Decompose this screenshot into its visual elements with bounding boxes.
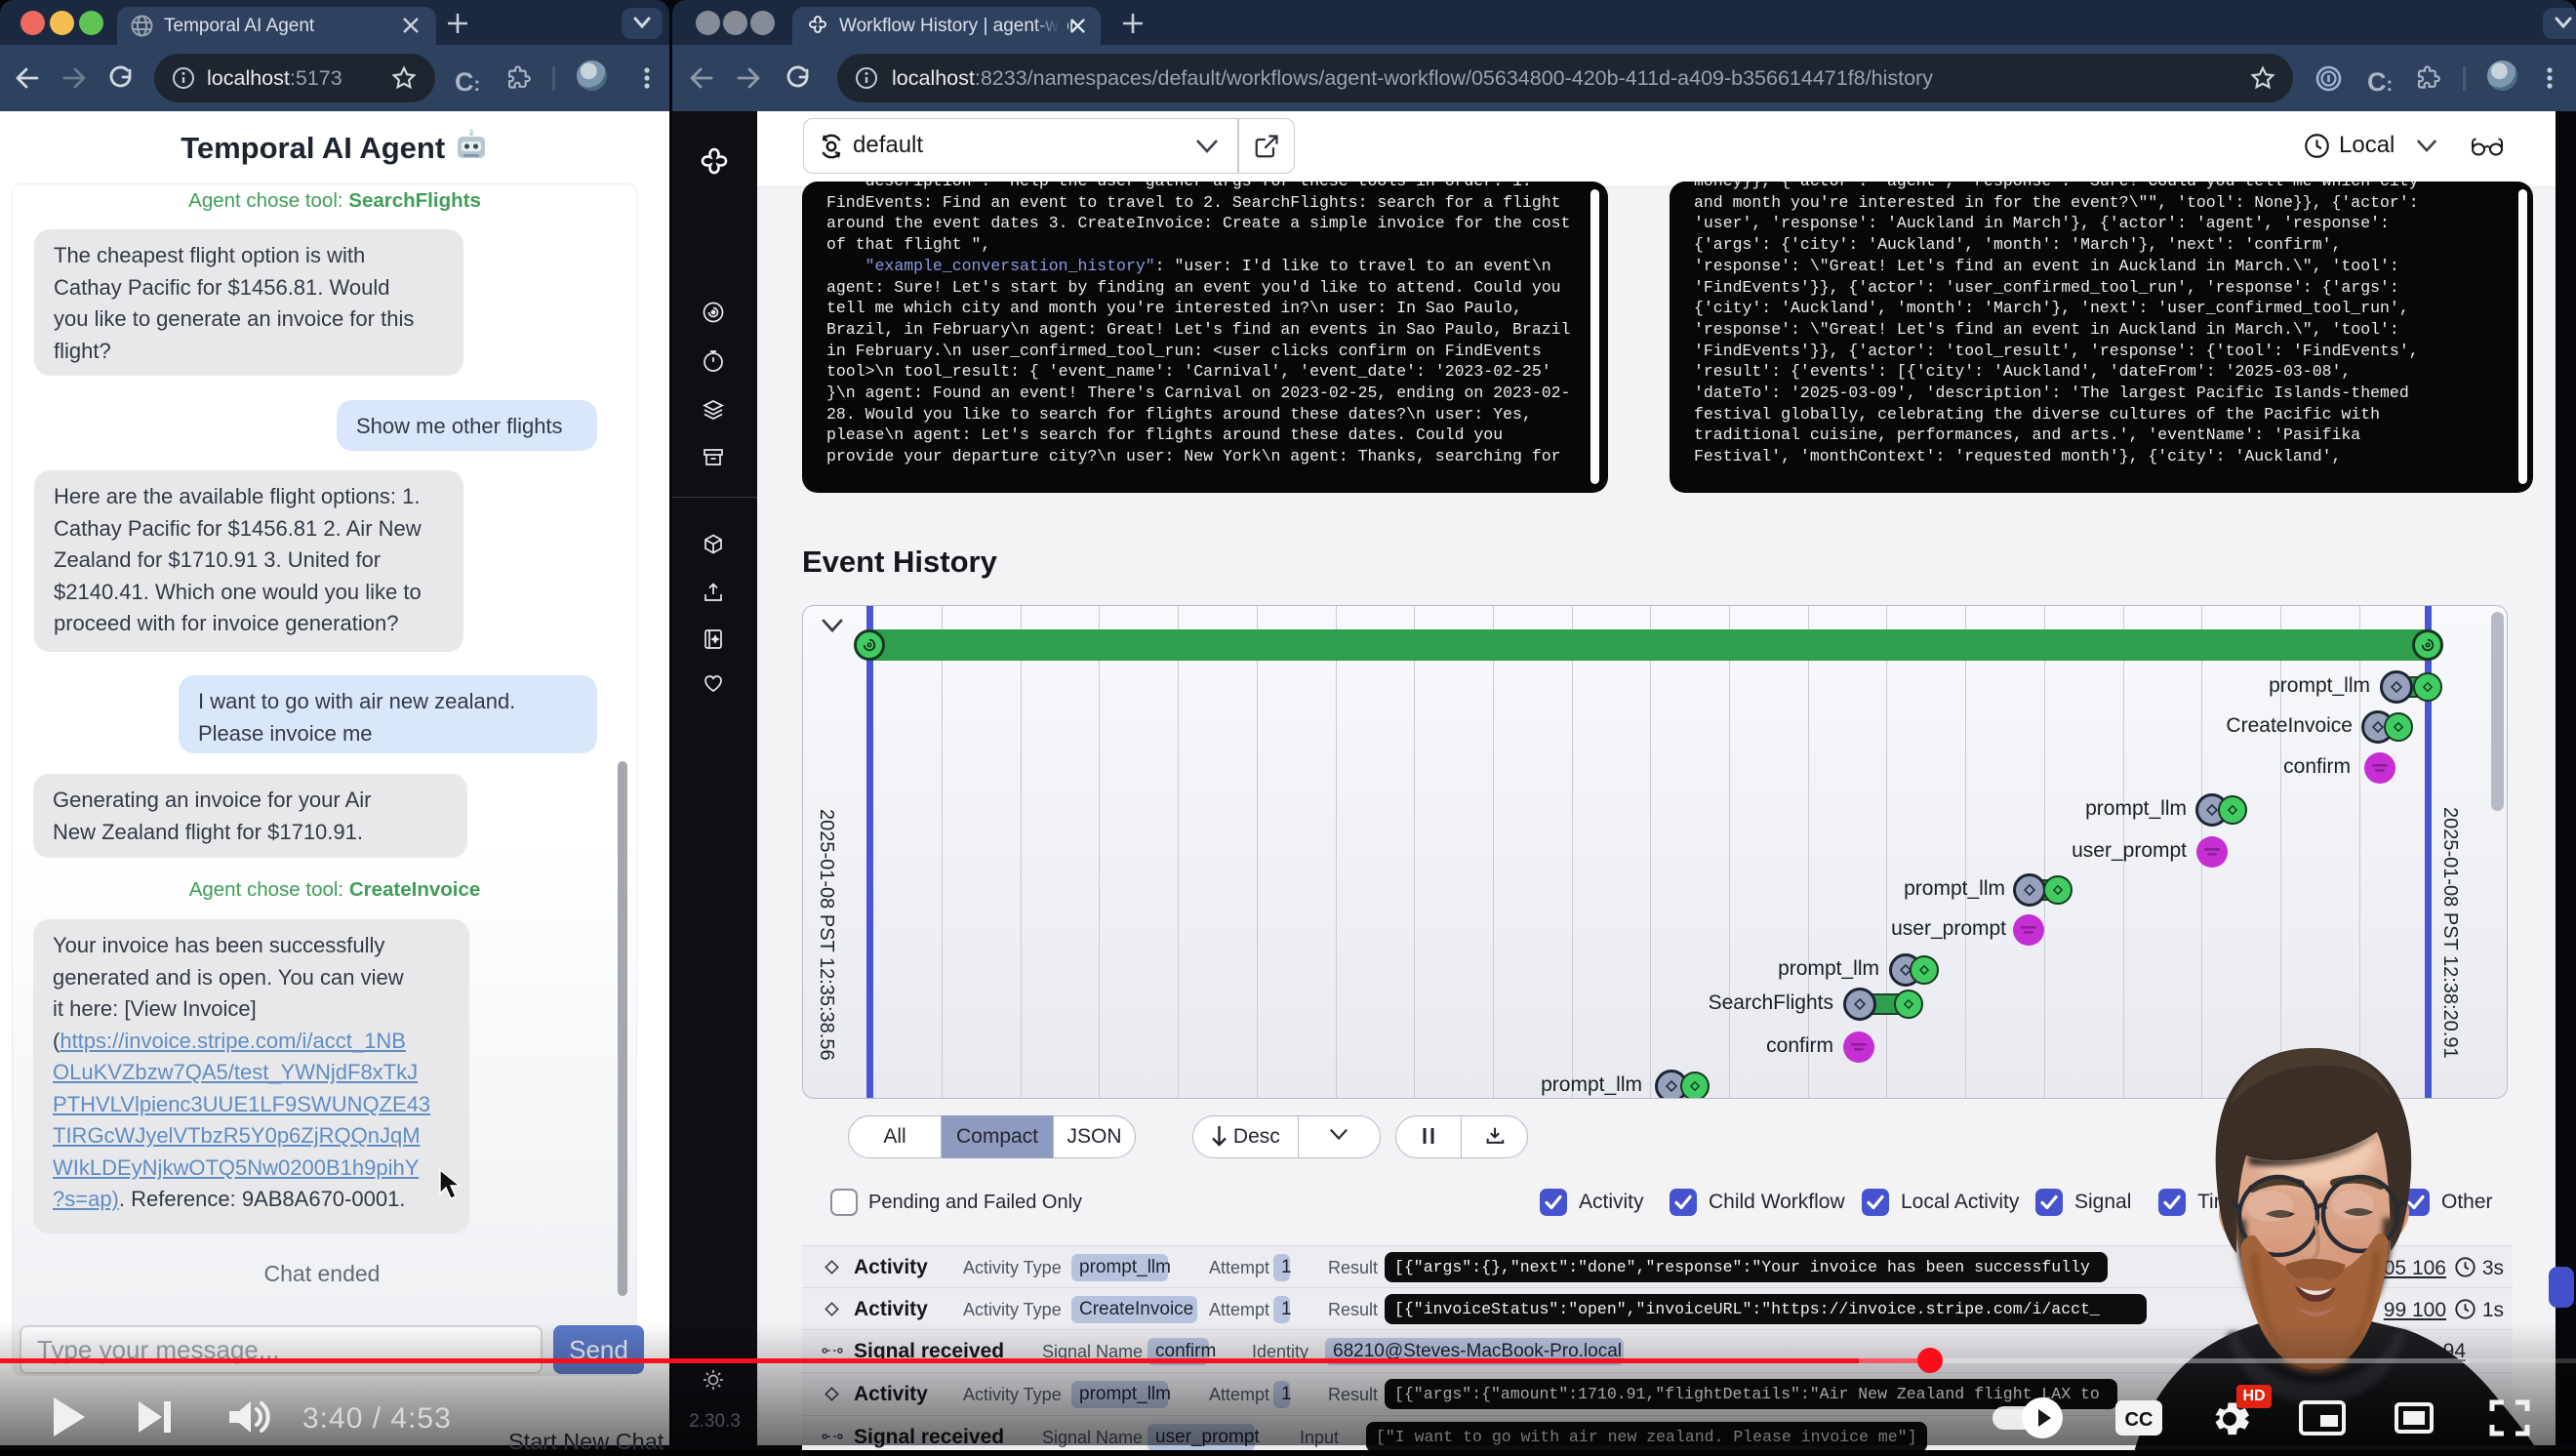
svg-text:CC: CC — [2125, 1409, 2153, 1431]
